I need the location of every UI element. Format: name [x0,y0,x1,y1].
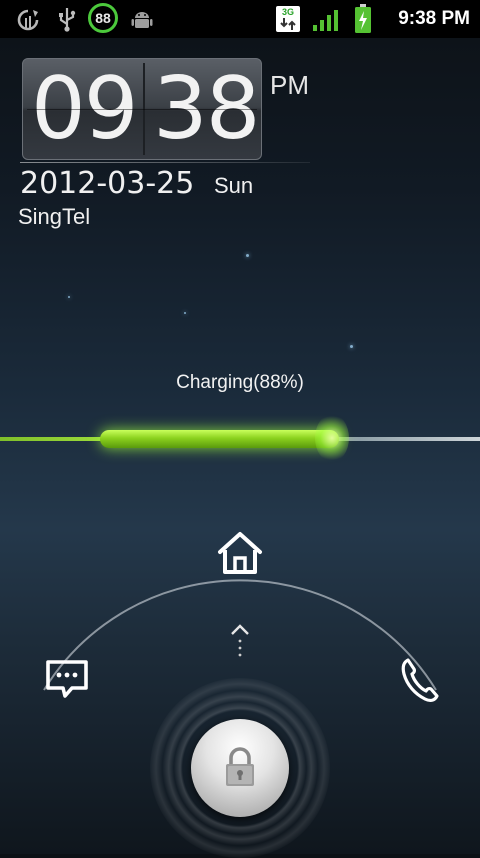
phone-icon[interactable] [398,656,442,704]
lock-icon [226,747,254,786]
message-icon[interactable] [44,658,90,700]
unlock-button[interactable] [191,719,289,817]
home-icon[interactable] [214,530,266,576]
swipe-up-hint-icon [231,624,249,657]
